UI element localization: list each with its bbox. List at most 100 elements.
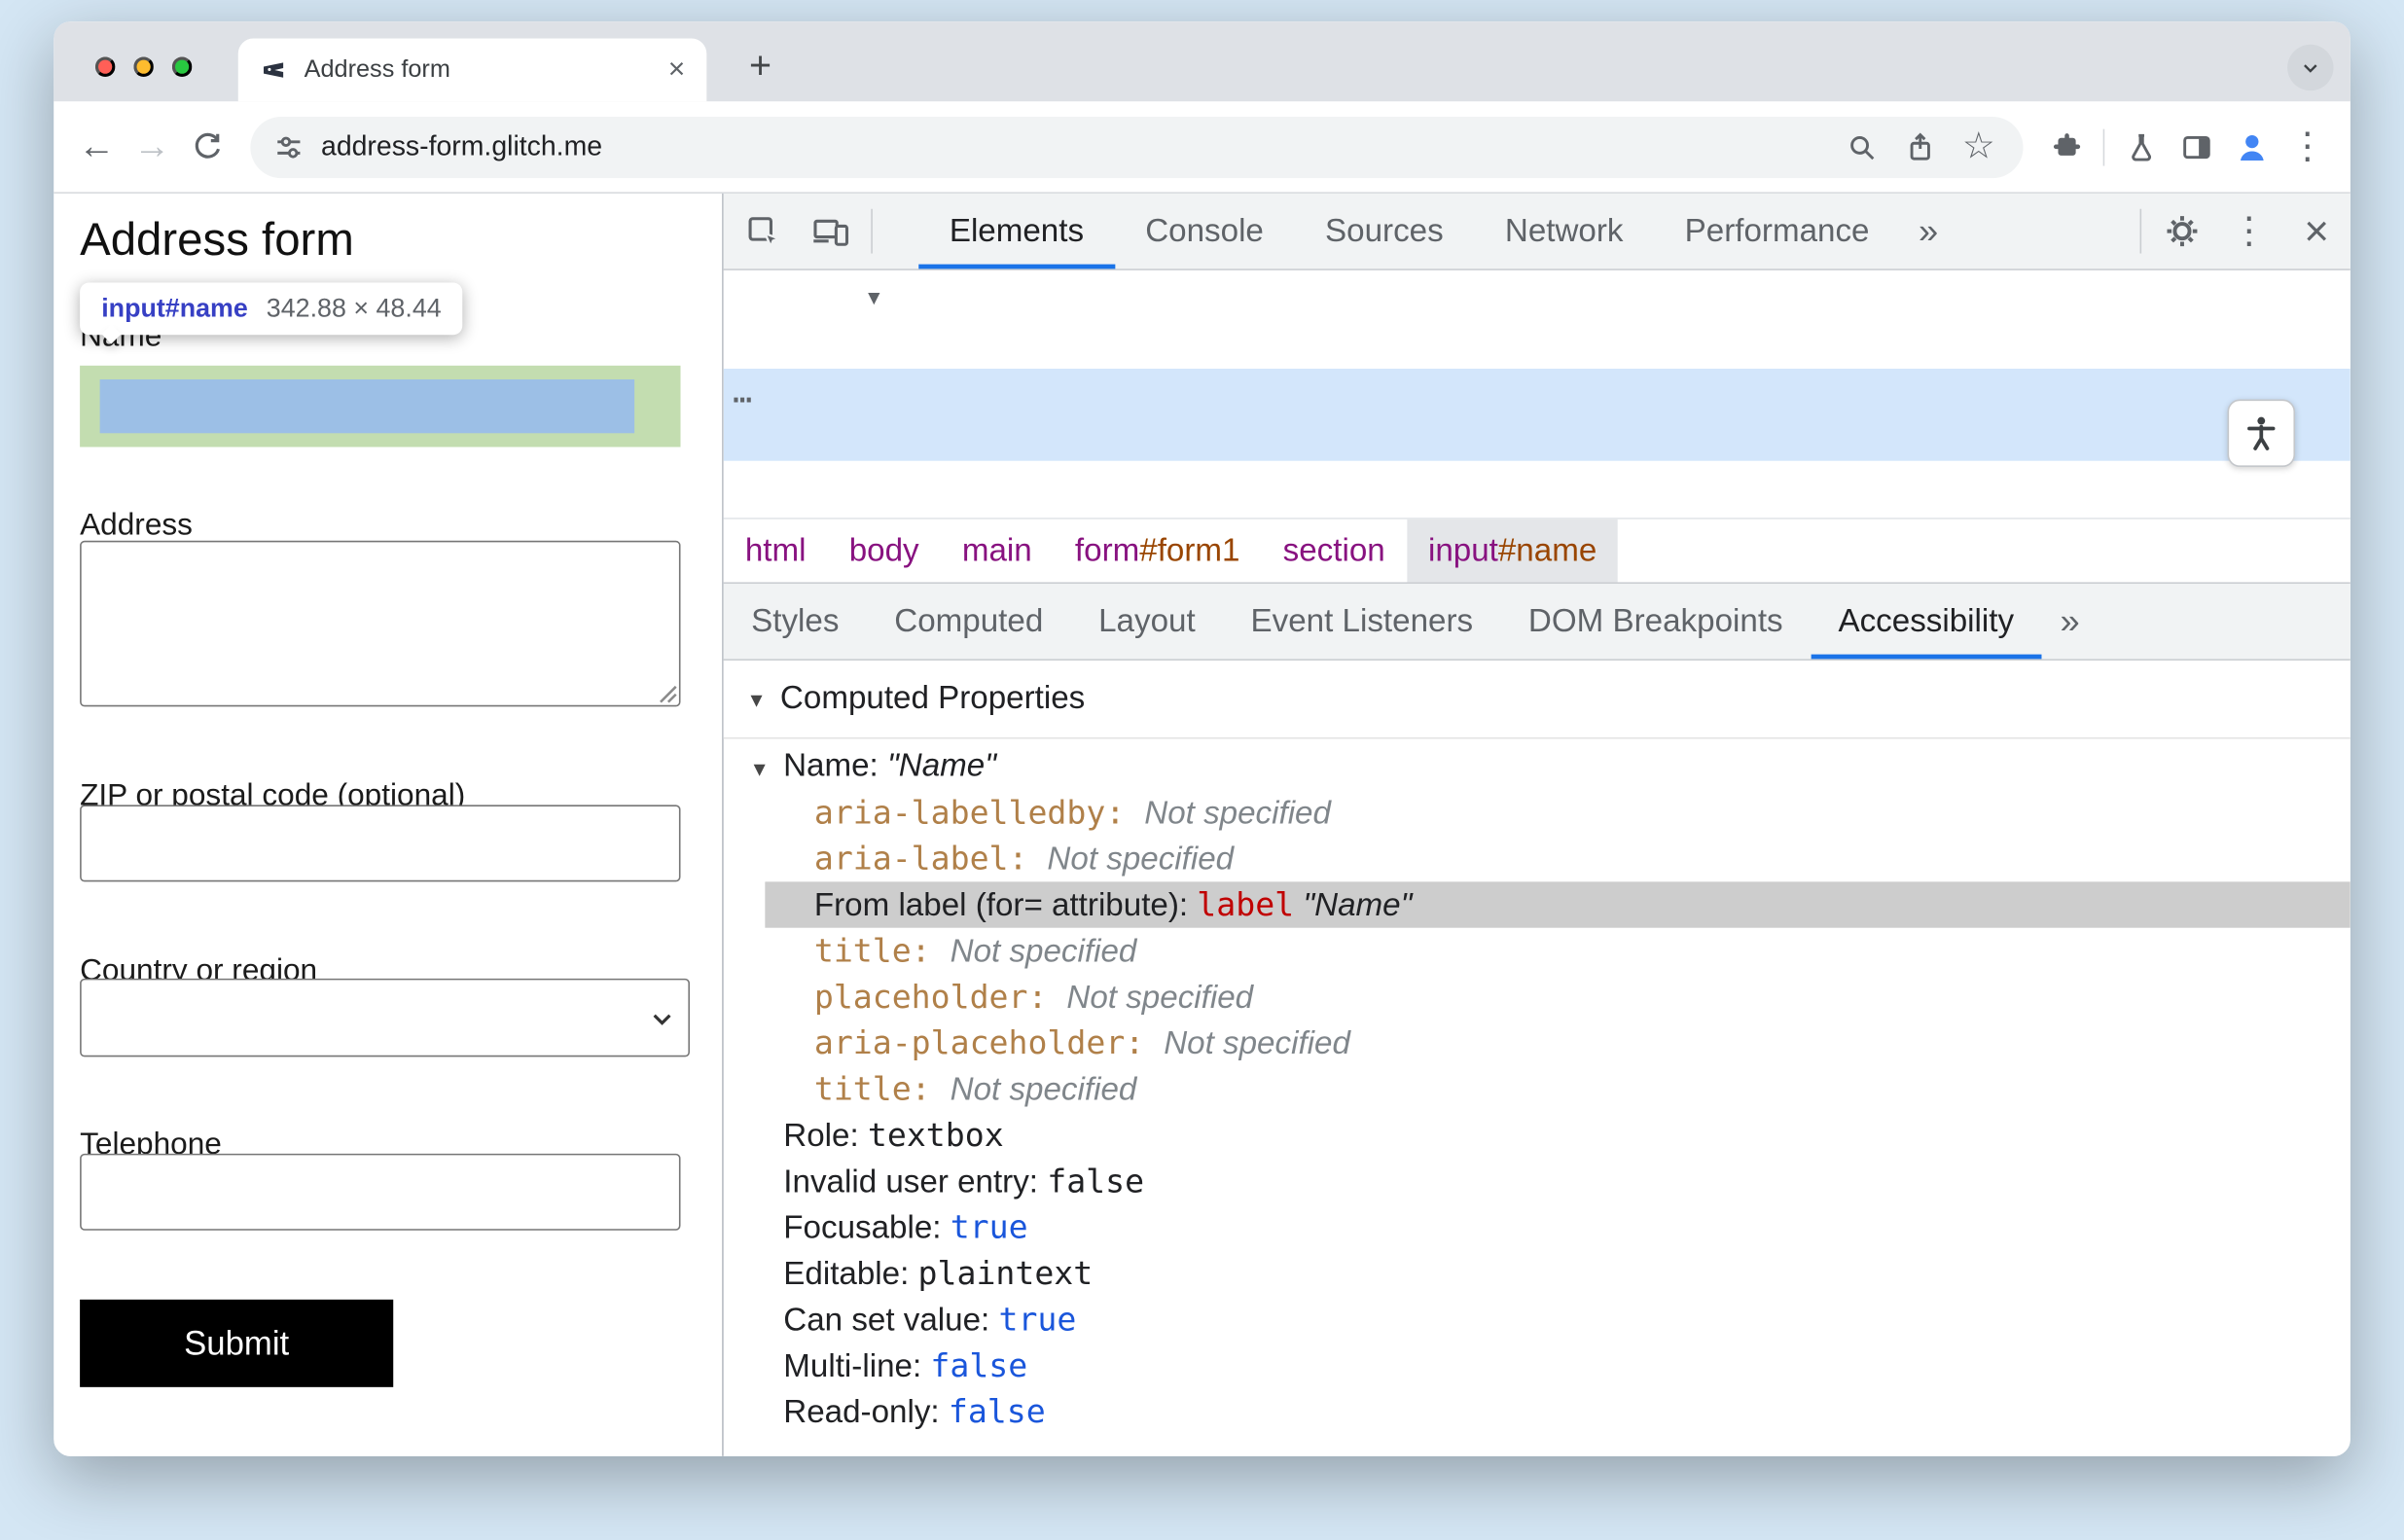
- ax-row-placeholder[interactable]: placeholder: Not specified: [724, 974, 2350, 1020]
- textarea-resize-handle[interactable]: [656, 682, 717, 1451]
- tab-sources[interactable]: Sources: [1294, 194, 1474, 269]
- ax-prop-label: Multi-line:: [783, 1348, 931, 1384]
- tab-performance[interactable]: Performance: [1654, 194, 1900, 269]
- subtab-layout[interactable]: Layout: [1071, 584, 1223, 659]
- code-line-section-open[interactable]: ▼<section>: [724, 276, 2350, 322]
- ax-row-from-label-highlighted[interactable]: From label (for= attribute): label "Name…: [765, 881, 2350, 928]
- ax-prop-label: Role:: [783, 1118, 868, 1154]
- ax-row-editable[interactable]: Editable: plaintext: [724, 1250, 2350, 1296]
- devtools-menu-icon[interactable]: ⋮: [2215, 194, 2282, 269]
- toolbar-divider: [2102, 127, 2105, 165]
- ax-row-focusable[interactable]: Focusable: true: [724, 1204, 2350, 1250]
- subtab-accessibility[interactable]: Accessibility: [1811, 584, 2041, 659]
- address-bar[interactable]: address-form.glitch.me ☆: [250, 116, 2024, 178]
- submit-button[interactable]: Submit: [80, 1299, 394, 1387]
- bookmark-star-icon[interactable]: ☆: [1955, 124, 2001, 169]
- inspect-overlay-name-input[interactable]: [99, 379, 635, 434]
- ax-row-aria-labelledby[interactable]: aria-labelledby: Not specified: [724, 790, 2350, 836]
- ax-row-title[interactable]: title: Not specified: [724, 928, 2350, 974]
- forward-icon[interactable]: →: [125, 119, 180, 174]
- close-window-button[interactable]: [94, 56, 116, 77]
- ax-row-invalid-user-entry[interactable]: Invalid user entry: false: [724, 1159, 2350, 1204]
- tab-favicon-icon: [260, 56, 287, 84]
- inspect-overlay-padding: [80, 365, 681, 448]
- ax-attr-value: Not specified: [1066, 980, 1254, 1016]
- subtab-computed[interactable]: Computed: [867, 584, 1071, 659]
- ellipsis-gutter-icon[interactable]: …: [733, 369, 752, 414]
- collapse-triangle-icon[interactable]: ▼: [868, 276, 879, 322]
- side-panel-icon[interactable]: [2170, 119, 2225, 174]
- profile-avatar[interactable]: [2224, 119, 2279, 174]
- elements-subtabs: Styles Computed Layout Event Listeners D…: [723, 582, 2350, 661]
- ax-row-multi-line[interactable]: Multi-line: false: [724, 1343, 2350, 1388]
- settings-gear-icon[interactable]: [2147, 194, 2214, 269]
- breadcrumb-input-name[interactable]: input #name: [1406, 519, 1619, 583]
- reload-icon[interactable]: [180, 119, 235, 174]
- disclosure-triangle-icon[interactable]: ▼: [746, 688, 766, 711]
- breadcrumb: html body main form #form1 section input #…: [723, 518, 2350, 583]
- subtab-event-listeners[interactable]: Event Listeners: [1223, 584, 1500, 659]
- url-text[interactable]: address-form.glitch.me: [321, 130, 602, 162]
- ax-prop-label: Editable:: [783, 1256, 918, 1292]
- selected-code-row[interactable]: … <input id="name" name="name" autocompl…: [723, 368, 2350, 461]
- subtab-styles[interactable]: Styles: [724, 584, 867, 659]
- ax-row-aria-label[interactable]: aria-label: Not specified: [724, 836, 2350, 881]
- code-line-label[interactable]: <label for="name">Name</label>: [724, 323, 2350, 369]
- address-textarea[interactable]: [80, 540, 681, 707]
- browser-tab[interactable]: Address form ×: [237, 38, 707, 102]
- ax-name-value: "Name": [886, 747, 996, 784]
- beaker-icon[interactable]: [2114, 119, 2170, 174]
- breadcrumb-main[interactable]: main: [941, 519, 1054, 583]
- device-toolbar-icon[interactable]: [798, 194, 865, 269]
- ax-row-aria-placeholder[interactable]: aria-placeholder: Not specified: [724, 1020, 2350, 1065]
- ax-row-can-set-value[interactable]: Can set value: true: [724, 1297, 2350, 1343]
- ax-computed-name-row[interactable]: ▼ Name: "Name": [724, 743, 2350, 789]
- breadcrumb-body[interactable]: body: [828, 519, 941, 583]
- code-token: section: [1282, 532, 1385, 568]
- ax-name-label: Name:: [783, 747, 887, 784]
- devtools-close-icon[interactable]: ×: [2282, 194, 2350, 269]
- zip-input[interactable]: [80, 805, 681, 882]
- tab-elements[interactable]: Elements: [918, 194, 1114, 269]
- ax-prop-label: Invalid user entry:: [783, 1164, 1048, 1200]
- zoom-icon[interactable]: [1839, 124, 1884, 169]
- tab-network[interactable]: Network: [1474, 194, 1654, 269]
- extensions-icon[interactable]: [2038, 119, 2094, 174]
- country-select[interactable]: [80, 978, 690, 1057]
- code-line-section-close[interactable]: </section>: [724, 461, 2350, 507]
- tab-close-icon[interactable]: ×: [668, 55, 686, 85]
- computed-properties-header[interactable]: ▼ Computed Properties: [723, 660, 2350, 739]
- ax-attr-name: aria-placeholder:: [813, 1024, 1165, 1062]
- ax-row-title-2[interactable]: title: Not specified: [724, 1066, 2350, 1112]
- ax-row-read-only[interactable]: Read-only: false: [724, 1388, 2350, 1434]
- more-subtabs-chevron-icon[interactable]: »: [2041, 584, 2098, 659]
- disclosure-triangle-icon[interactable]: ▼: [750, 757, 770, 780]
- breadcrumb-html[interactable]: html: [724, 519, 828, 583]
- subtab-dom-breakpoints[interactable]: DOM Breakpoints: [1501, 584, 1812, 659]
- elements-tree: ▼<section> <label for="name">Name</label…: [723, 269, 2350, 519]
- share-icon[interactable]: [1897, 124, 1943, 169]
- inspect-element-icon[interactable]: [730, 194, 797, 269]
- ax-from-label-prefix: From label (for= attribute):: [813, 887, 1198, 923]
- code-token: #form1: [1139, 532, 1240, 568]
- breadcrumb-section[interactable]: section: [1262, 519, 1407, 583]
- more-tabs-chevron-icon[interactable]: »: [1900, 194, 1956, 269]
- breadcrumb-form[interactable]: form #form1: [1054, 519, 1262, 583]
- code-line-input-1[interactable]: <input id="name" name="name" autocomplet…: [724, 369, 2350, 414]
- back-icon[interactable]: ←: [69, 119, 125, 174]
- code-line-input-2[interactable]: "[\p{L} \-\.]+" required> == $0: [724, 414, 2350, 460]
- search-tabs-chevron-icon[interactable]: [2287, 44, 2334, 91]
- browser-menu-icon[interactable]: ⋮: [2279, 119, 2335, 174]
- inspect-tooltip: input#name 342.88 × 48.44: [80, 282, 463, 336]
- accessibility-person-button[interactable]: [2227, 399, 2296, 468]
- code-token: form: [1074, 532, 1140, 568]
- new-tab-button[interactable]: +: [737, 43, 783, 89]
- site-settings-icon[interactable]: [271, 129, 305, 163]
- ax-row-role[interactable]: Role: textbox: [724, 1112, 2350, 1158]
- telephone-input[interactable]: [80, 1153, 681, 1231]
- ax-attr-name: title:: [813, 932, 951, 970]
- tab-console[interactable]: Console: [1115, 194, 1295, 269]
- fullscreen-window-button[interactable]: [171, 56, 193, 77]
- minimize-window-button[interactable]: [133, 56, 154, 77]
- code-token: html: [744, 532, 807, 568]
